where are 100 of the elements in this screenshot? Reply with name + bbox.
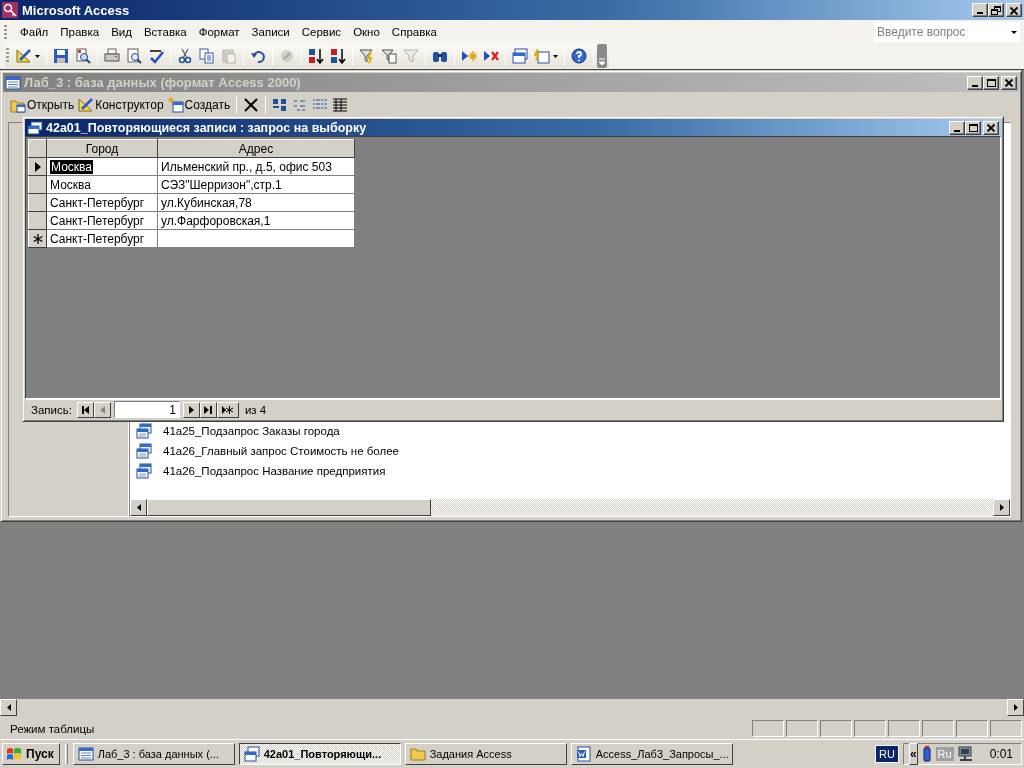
- first-record-button[interactable]: [76, 401, 94, 418]
- left-arrow-icon: [136, 504, 141, 511]
- maximize-button[interactable]: [983, 75, 999, 90]
- minimize-button[interactable]: [949, 120, 965, 135]
- status-panel: [854, 720, 886, 737]
- cut-icon: [177, 48, 193, 64]
- record-number-field[interactable]: 1: [113, 401, 180, 418]
- print-preview-icon: [126, 48, 142, 64]
- sort-ascending-icon: [308, 48, 324, 64]
- status-panel: [752, 720, 784, 737]
- table-cell: ул.Кубинская,78: [157, 193, 355, 212]
- large-icons-view-icon: [272, 97, 289, 113]
- query-window-icon: [243, 746, 260, 762]
- maximize-icon: [968, 123, 978, 132]
- file-search-icon: [75, 48, 91, 64]
- battery-icon[interactable]: [921, 746, 932, 762]
- current-record-icon: [33, 161, 42, 172]
- print-icon: [104, 48, 120, 64]
- view-design-icon: [16, 48, 32, 64]
- table-cell: Санкт-Петербург: [46, 229, 158, 248]
- list-item[interactable]: 41a25_Подзапрос Заказы города: [163, 425, 340, 437]
- window-title: Лаб_3 : база данных (формат Access 2000): [24, 75, 302, 90]
- menu-item[interactable]: Записи: [245, 23, 296, 40]
- menu-item[interactable]: Окно: [347, 23, 386, 40]
- clock: 0:01: [989, 747, 1013, 761]
- table-cell: СЭЗ"Шерризон",стр.1: [157, 175, 355, 194]
- open-folder-icon: [10, 97, 26, 113]
- database-window-icon: [512, 48, 528, 64]
- document-icon: [575, 746, 592, 762]
- database-window-button[interactable]: [509, 45, 531, 67]
- help-search-field[interactable]: Введите вопрос: [874, 21, 1020, 42]
- filter-icon: [403, 48, 419, 64]
- right-arrow-icon: [1013, 704, 1018, 711]
- details-view-button[interactable]: [331, 95, 350, 115]
- taskbar-button[interactable]: 42a01_Повторяющи...: [238, 743, 401, 765]
- database-window-icon: [5, 74, 21, 91]
- toolbar-button[interactable]: Конструктор: [77, 95, 165, 115]
- column-header[interactable]: Город: [46, 139, 158, 158]
- list-item[interactable]: 41a26_Главный запрос Стоимость не более: [163, 445, 399, 457]
- copy-icon: [199, 48, 215, 64]
- close-button[interactable]: [1006, 3, 1022, 17]
- query-icon: [136, 423, 152, 439]
- taskbar-button[interactable]: Access_Лаб3_Запросы_...: [570, 743, 733, 765]
- start-button[interactable]: Пуск: [2, 743, 60, 765]
- close-button[interactable]: [983, 120, 999, 135]
- next-record-icon: [186, 405, 196, 414]
- menu-item[interactable]: Вид: [105, 23, 138, 40]
- sparkle-table-icon: [167, 97, 184, 113]
- restore-icon: [991, 5, 1001, 15]
- table-cell: Москва: [46, 175, 158, 194]
- toolbar-button[interactable]: Создать: [166, 95, 232, 115]
- paste-icon: [221, 48, 237, 64]
- sort-descending-icon: [330, 48, 346, 64]
- menu-item[interactable]: Файл: [14, 23, 55, 40]
- menu-item[interactable]: Формат: [192, 23, 246, 40]
- record-count: из 4: [244, 403, 267, 416]
- menu-item[interactable]: Правка: [54, 23, 106, 40]
- show-hidden-icons-button[interactable]: «: [908, 743, 918, 765]
- new-record-button[interactable]: [216, 401, 239, 418]
- query-window-icon: [27, 120, 43, 135]
- right-arrow-icon: [999, 504, 1004, 511]
- status-text: Режим таблицы: [9, 722, 96, 735]
- first-record-icon: [80, 405, 90, 414]
- maximize-button[interactable]: [965, 120, 981, 135]
- record-selector-header: [28, 139, 47, 158]
- table-cell: Санкт-Петербург: [46, 211, 158, 230]
- minimize-icon: [972, 84, 978, 87]
- scroll-thumb[interactable]: [147, 499, 431, 516]
- dropdown-arrow-icon: [553, 54, 558, 58]
- toolbar-button[interactable]: Открыть: [9, 95, 76, 115]
- scroll-left-button[interactable]: [0, 699, 17, 716]
- scroll-right-button[interactable]: [1007, 699, 1024, 716]
- status-panel: [820, 720, 852, 737]
- delete-icon: [243, 97, 260, 113]
- table-cell: ул.Фарфоровская,1: [157, 211, 355, 230]
- toolbar-options-icon[interactable]: [597, 44, 607, 68]
- language-indicator[interactable]: RU: [875, 745, 899, 763]
- close-button[interactable]: [1001, 75, 1017, 90]
- help-button[interactable]: [568, 45, 590, 67]
- menu-item[interactable]: Справка: [385, 23, 443, 40]
- window-title: Microsoft Access: [22, 2, 131, 18]
- maximize-icon: [986, 78, 996, 87]
- new-object-icon: [534, 48, 550, 64]
- minimize-button[interactable]: [967, 75, 983, 90]
- menu-item[interactable]: Сервис: [295, 23, 348, 40]
- query-icon: [136, 463, 152, 479]
- taskbar-button[interactable]: Лаб_3 : база данных (...: [72, 743, 235, 765]
- restore-button[interactable]: [988, 3, 1004, 17]
- minimize-button[interactable]: [972, 3, 988, 17]
- column-header[interactable]: Адрес: [157, 139, 355, 158]
- last-record-button[interactable]: [199, 401, 217, 418]
- status-panel: [888, 720, 920, 737]
- next-record-button[interactable]: [182, 401, 200, 418]
- scroll-right-button[interactable]: [993, 499, 1010, 516]
- menu-item[interactable]: Вставка: [137, 23, 193, 40]
- network-icon[interactable]: [957, 746, 974, 762]
- taskbar-button[interactable]: Задания Access: [404, 743, 567, 765]
- scroll-left-button[interactable]: [130, 499, 147, 516]
- list-item[interactable]: 41a26_Подзапрос Название предприятия: [163, 465, 386, 477]
- close-icon: [1004, 78, 1014, 87]
